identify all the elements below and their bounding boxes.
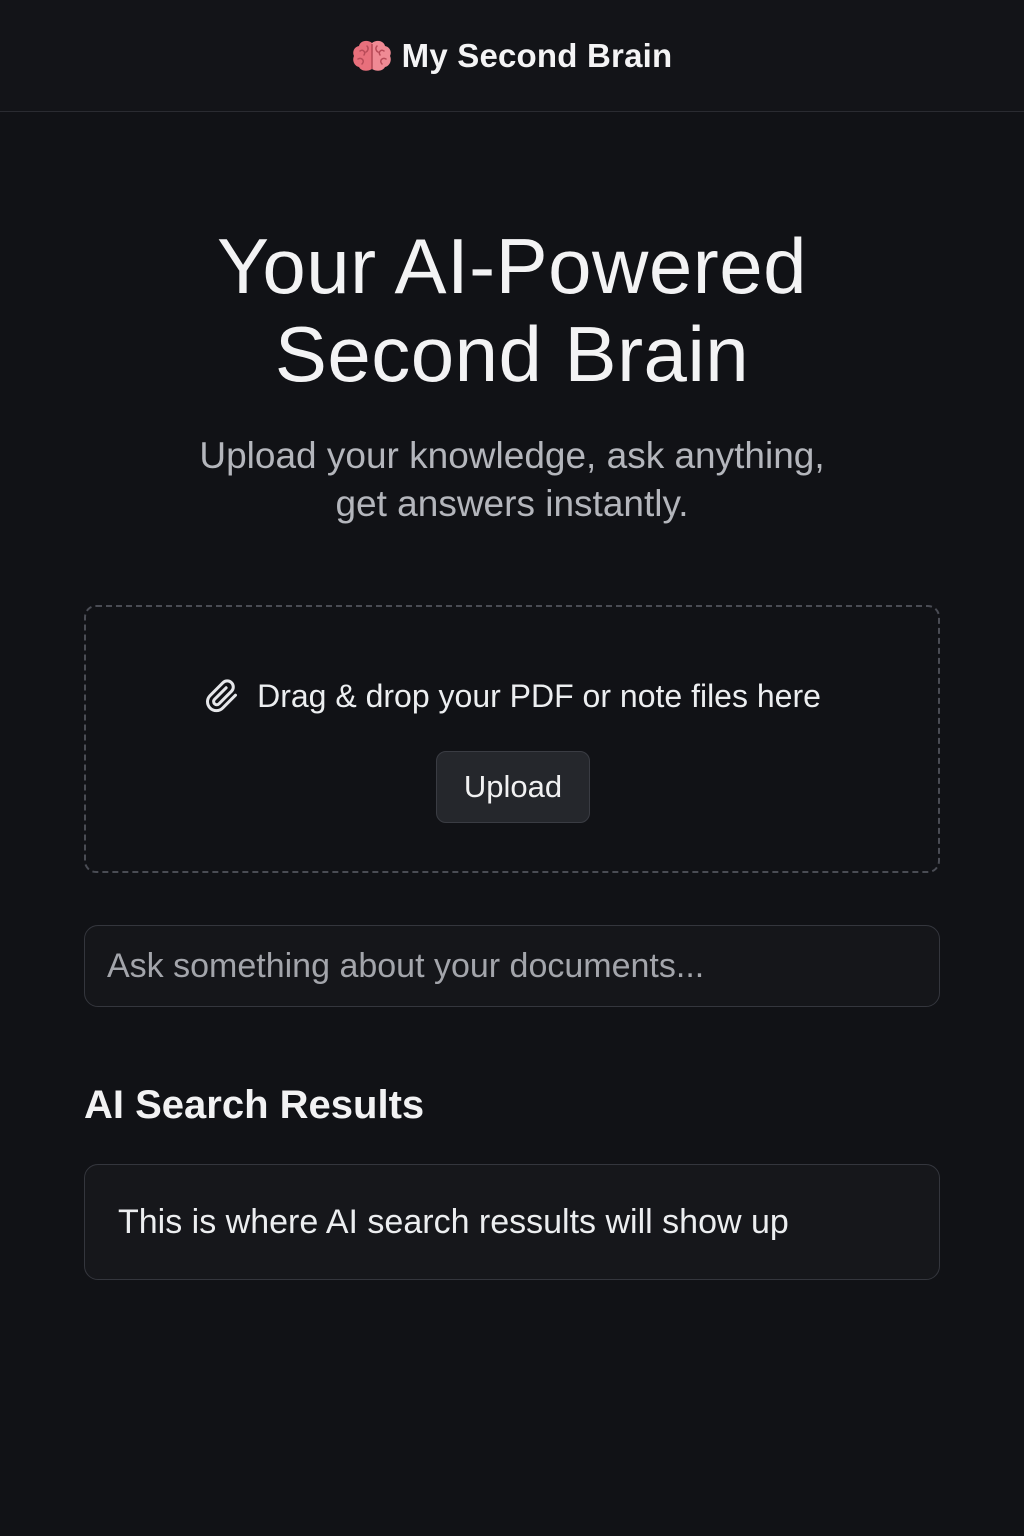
paperclip-icon [206, 679, 238, 713]
hero-title-line-1: Your AI-Powered [217, 222, 807, 310]
results-placeholder-text: This is where AI search ressults will sh… [118, 1202, 789, 1241]
results-heading: AI Search Results [84, 1083, 425, 1127]
brain-icon [352, 40, 391, 71]
hero-subtitle: Upload your knowledge, ask anything, get… [0, 432, 1024, 528]
top-bar: My Second Brain [0, 0, 1024, 112]
results-card: This is where AI search ressults will sh… [84, 1164, 940, 1280]
app-title: My Second Brain [401, 36, 673, 74]
dropzone-text: Drag & drop your PDF or note files here [257, 677, 821, 714]
file-dropzone[interactable]: Drag & drop your PDF or note files here … [84, 605, 940, 873]
hero-title-line-2: Second Brain [274, 310, 750, 398]
ask-input[interactable] [84, 925, 940, 1007]
hero-title: Your AI-Powered Second Brain [0, 222, 1024, 398]
hero-subtitle-line-2: get answers instantly. [335, 483, 689, 524]
upload-button[interactable]: Upload [436, 751, 590, 823]
hero-subtitle-line-1: Upload your knowledge, ask anything, [199, 435, 825, 476]
app-brand[interactable]: My Second Brain [352, 37, 673, 75]
dropzone-prompt: Drag & drop your PDF or note files here [86, 677, 938, 715]
